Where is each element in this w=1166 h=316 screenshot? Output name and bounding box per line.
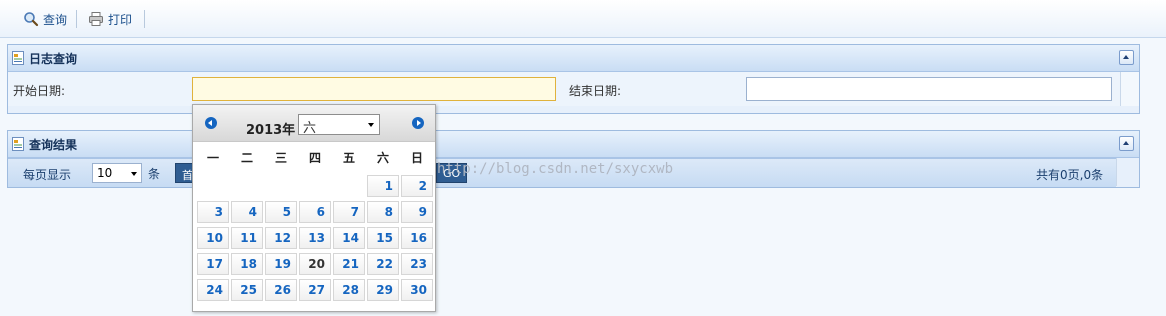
weekday-label: 二 xyxy=(240,151,253,165)
weekday-label: 五 xyxy=(342,151,355,165)
chevron-down-icon xyxy=(368,123,374,127)
calendar-day[interactable]: 12 xyxy=(265,227,297,249)
query-label: 查询 xyxy=(43,12,68,27)
panel-title: 日志查询 xyxy=(29,52,78,66)
calendar-day[interactable]: 2 xyxy=(401,175,433,197)
toolbar: 查询 打印 xyxy=(0,0,1166,38)
weekday-label: 日 xyxy=(410,151,423,165)
calendar-header: 2013年 六 xyxy=(193,105,435,142)
calendar-day[interactable]: 3 xyxy=(197,201,229,223)
calendar-day[interactable]: 8 xyxy=(367,201,399,223)
calendar-day[interactable]: 11 xyxy=(231,227,263,249)
unit-label: 条 xyxy=(148,167,161,181)
calendar-day[interactable]: 26 xyxy=(265,279,297,301)
watermark-text: http://blog.csdn.net/sxycxwb xyxy=(437,161,674,177)
calendar-day[interactable]: 27 xyxy=(299,279,331,301)
results-header: 查询结果 xyxy=(8,131,1139,158)
weekday-label: 三 xyxy=(274,151,287,165)
printer-icon xyxy=(88,11,104,27)
row-spacer xyxy=(1120,72,1139,106)
collapse-button[interactable] xyxy=(1119,136,1134,151)
print-button[interactable]: 打印 xyxy=(88,10,132,28)
calendar-day[interactable]: 28 xyxy=(333,279,365,301)
calendar-day[interactable]: 10 xyxy=(197,227,229,249)
print-label: 打印 xyxy=(108,12,133,27)
start-date-input[interactable] xyxy=(192,77,556,101)
calendar-day[interactable]: 17 xyxy=(197,253,229,275)
calendar-day[interactable]: 25 xyxy=(231,279,263,301)
pager-spacer xyxy=(1116,158,1139,186)
calendar-day[interactable]: 24 xyxy=(197,279,229,301)
calendar-day[interactable]: 30 xyxy=(401,279,433,301)
query-button[interactable]: 查询 xyxy=(23,10,67,28)
date-picker-popup: 2013年 六 一二三四五六日 1 2 3 4 5 6 7 8 9 10 11 12 13 14 15 16 1… xyxy=(192,104,436,312)
panel-title: 查询结果 xyxy=(29,138,78,152)
per-page-value: 10 xyxy=(97,166,113,180)
calendar-day[interactable]: 19 xyxy=(265,253,297,275)
calendar-day[interactable]: 5 xyxy=(265,201,297,223)
date-row: 开始日期: 结束日期: xyxy=(8,72,1139,106)
toolbar-divider xyxy=(76,10,77,28)
prev-month-icon[interactable] xyxy=(205,117,217,129)
toolbar-divider xyxy=(144,10,145,28)
log-query-header: 日志查询 xyxy=(8,45,1139,72)
end-date-input[interactable] xyxy=(746,77,1112,101)
weekday-label: 四 xyxy=(308,151,321,165)
calendar-day[interactable]: 1 xyxy=(367,175,399,197)
calendar-day[interactable]: 22 xyxy=(367,253,399,275)
calendar-day[interactable]: 4 xyxy=(231,201,263,223)
year-label: 2013年 xyxy=(246,123,296,138)
per-page-label: 每页显示 xyxy=(23,168,72,182)
search-icon xyxy=(23,11,39,27)
calendar-day[interactable]: 15 xyxy=(367,227,399,249)
calendar-day[interactable]: 13 xyxy=(299,227,331,249)
calendar-day[interactable]: 23 xyxy=(401,253,433,275)
per-page-select[interactable]: 10 xyxy=(92,163,142,183)
next-month-icon[interactable] xyxy=(412,117,424,129)
calendar-day[interactable]: 18 xyxy=(231,253,263,275)
calendar-day[interactable]: 7 xyxy=(333,201,365,223)
form-icon xyxy=(12,137,24,151)
calendar-day[interactable]: 21 xyxy=(333,253,365,275)
calendar-day[interactable]: 16 xyxy=(401,227,433,249)
calendar-day[interactable]: 9 xyxy=(401,201,433,223)
chevron-down-icon xyxy=(131,172,137,176)
calendar-day[interactable]: 20 xyxy=(299,253,331,275)
month-value: 六 xyxy=(303,121,317,136)
results-panel: 查询结果 每页显示 10 条 首 GO 共有0页,0条 xyxy=(7,130,1140,188)
page-summary: 共有0页,0条 xyxy=(1036,168,1104,182)
weekday-label: 一 xyxy=(206,151,219,165)
form-icon xyxy=(12,51,24,65)
collapse-button[interactable] xyxy=(1119,50,1134,65)
month-select[interactable]: 六 xyxy=(298,114,380,136)
start-date-label: 开始日期: xyxy=(13,84,66,98)
calendar-day[interactable]: 6 xyxy=(299,201,331,223)
calendar-day[interactable]: 14 xyxy=(333,227,365,249)
end-date-label: 结束日期: xyxy=(569,84,622,98)
weekday-label: 六 xyxy=(376,151,389,165)
log-query-panel: 日志查询 开始日期: 结束日期: xyxy=(7,44,1140,114)
calendar-day[interactable]: 29 xyxy=(367,279,399,301)
